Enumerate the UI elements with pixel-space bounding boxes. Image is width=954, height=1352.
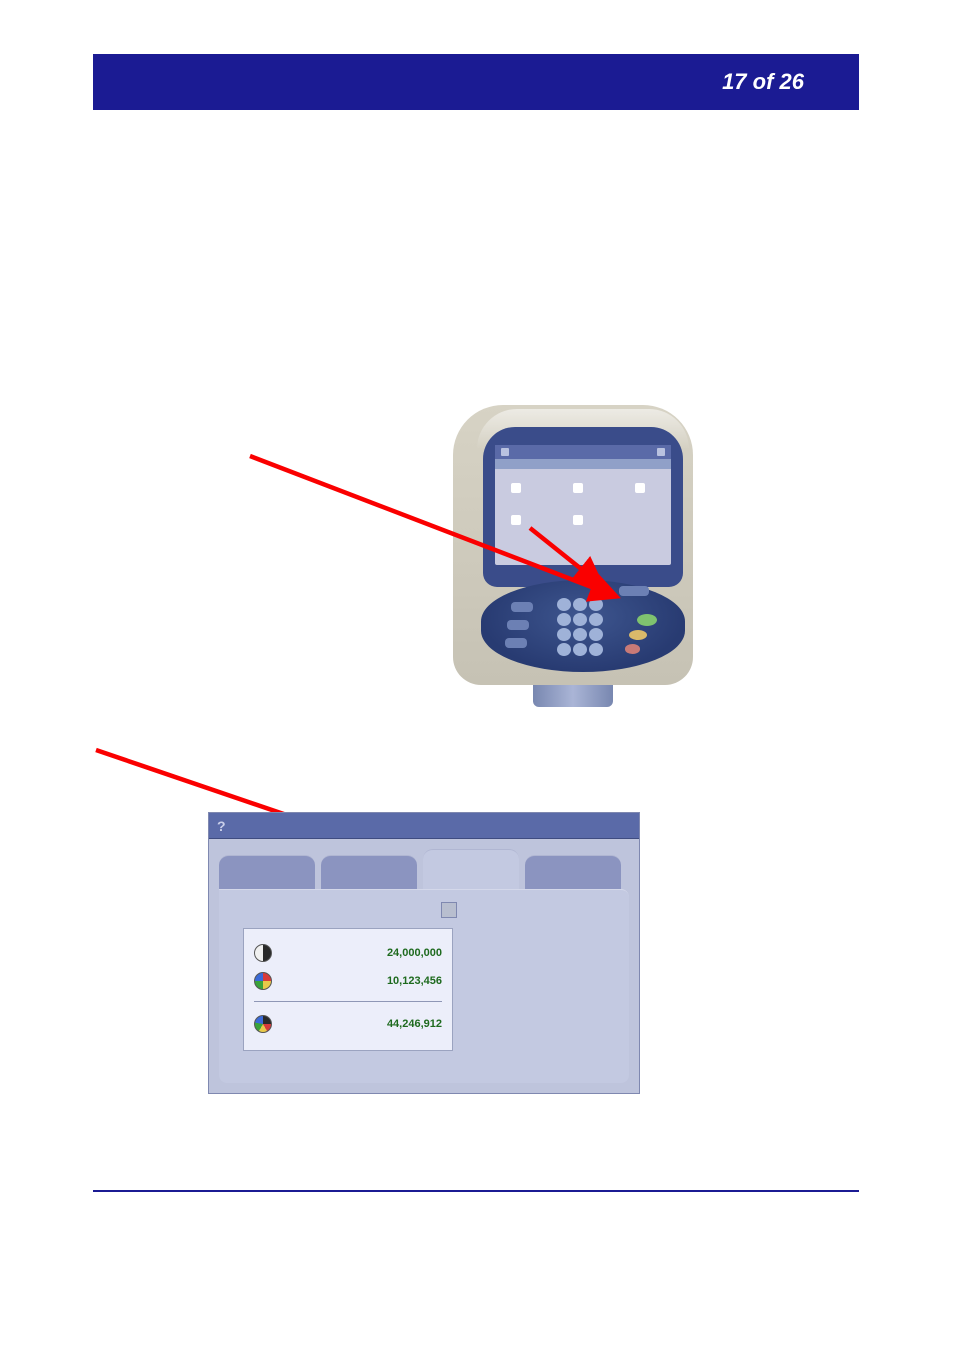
counter-row-color: 10,123,456: [254, 967, 442, 995]
screen-app-icon: [573, 515, 583, 525]
screen-app-icon: [511, 483, 521, 493]
tab-body: 24,000,000 10,123,456 44,246,912: [219, 889, 629, 1083]
tab-counters[interactable]: [423, 849, 519, 889]
screen-tab-row: [495, 459, 671, 469]
total-counter-value: 44,246,912: [387, 1018, 442, 1030]
key: [589, 613, 603, 626]
stop-button-icon: [625, 644, 640, 654]
key: [589, 628, 603, 641]
key: [573, 613, 587, 626]
screen-home-icon: [501, 448, 509, 456]
key: [573, 643, 587, 656]
key: [573, 598, 587, 611]
total-counter-icon: [254, 1015, 272, 1033]
help-icon: ?: [217, 818, 226, 834]
keypad-area: [481, 580, 685, 672]
page-number-banner: 17 of 26: [93, 54, 859, 110]
screen-battery-icon: [657, 448, 665, 456]
info-tile-icon: [441, 902, 457, 918]
start-button-icon: [637, 614, 657, 626]
tab-4[interactable]: [525, 855, 621, 889]
counter-row-bw: 24,000,000: [254, 939, 442, 967]
numeric-keypad: [557, 598, 603, 656]
screen-app-icon: [635, 483, 645, 493]
bw-counter-icon: [254, 944, 272, 962]
key: [589, 598, 603, 611]
billing-counters-screen: ? 24,000,000 10,123,456 44,246,912: [208, 812, 640, 1094]
screen-status-bar: ?: [209, 813, 639, 839]
bw-counter-value: 24,000,000: [387, 947, 442, 959]
tab-2[interactable]: [321, 855, 417, 889]
control-panel-illustration: [443, 405, 703, 715]
feature-button: [511, 602, 533, 612]
color-counter-value: 10,123,456: [387, 975, 442, 987]
feature-button: [505, 638, 527, 648]
key: [557, 628, 571, 641]
feature-button: [507, 620, 529, 630]
counter-row-total: 44,246,912: [254, 1010, 442, 1038]
screen-icon-grid: [495, 469, 671, 549]
key: [573, 628, 587, 641]
footer-divider: [93, 1190, 859, 1192]
panel-lcd-screen: [495, 445, 671, 565]
counter-box: 24,000,000 10,123,456 44,246,912: [243, 928, 453, 1051]
key: [557, 598, 571, 611]
screen-status-bar: [495, 445, 671, 459]
screen-app-icon: [511, 515, 521, 525]
machine-status-button: [619, 586, 649, 596]
panel-body: [453, 405, 693, 685]
key: [557, 613, 571, 626]
tab-1[interactable]: [219, 855, 315, 889]
page-indicator: 17 of 26: [722, 69, 804, 95]
color-counter-icon: [254, 972, 272, 990]
key: [557, 643, 571, 656]
tab-row: [209, 839, 639, 889]
pause-button-icon: [629, 630, 647, 640]
counter-divider: [254, 1001, 442, 1002]
key: [589, 643, 603, 656]
screen-app-icon: [573, 483, 583, 493]
